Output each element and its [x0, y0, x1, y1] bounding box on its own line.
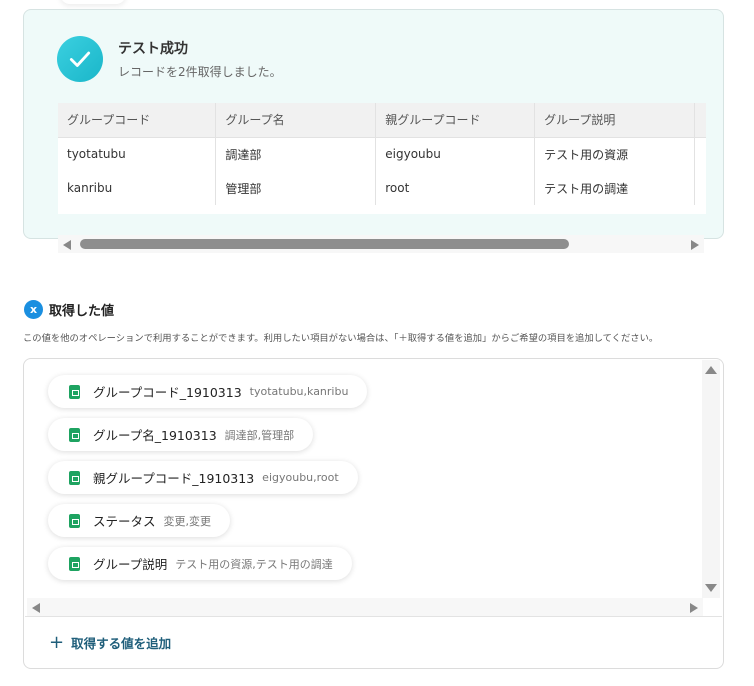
top-tab — [60, 0, 126, 4]
table-cell: kanribu — [58, 171, 217, 205]
table-cell: テスト用の調達 — [534, 171, 696, 205]
value-chip-value: 変更,変更 — [163, 514, 212, 528]
add-value-button[interactable]: + 取得する値を追加 — [49, 633, 171, 652]
values-section-description: この値を他のオペレーションで利用することができます。利用したい項目がない場合は、… — [23, 333, 659, 344]
table-cell: tyotatubu — [58, 137, 217, 171]
table-cell: eigyoubu — [375, 137, 536, 171]
table-row: kanribu 管理部 root テスト用の調達 — [58, 171, 706, 205]
table-row: tyotatubu 調達部 eigyoubu テスト用の資源 — [58, 137, 706, 171]
value-chip-value: eigyoubu,root — [262, 471, 339, 484]
spreadsheet-icon — [69, 556, 80, 571]
scroll-right-arrow-icon[interactable] — [690, 603, 698, 613]
scroll-down-arrow-icon[interactable] — [705, 584, 717, 592]
page: テスト成功 レコードを2件取得しました。 グループコード グループ名 親グループ… — [0, 0, 754, 686]
result-table: グループコード グループ名 親グループコード グループ説明 tyotatubu … — [58, 103, 706, 214]
values-horizontal-scrollbar[interactable] — [27, 598, 703, 616]
scroll-up-arrow-icon[interactable] — [705, 366, 717, 374]
table-header-row: グループコード グループ名 親グループコード グループ説明 — [58, 103, 706, 138]
success-subtitle: レコードを2件取得しました。 — [118, 65, 282, 79]
value-chip-value: テスト用の資源,テスト用の調達 — [175, 557, 333, 571]
value-chip[interactable]: グループ説明 テスト用の資源,テスト用の調達 — [48, 547, 352, 580]
spreadsheet-icon — [69, 427, 80, 442]
table-cell: 調達部 — [215, 137, 377, 171]
scroll-left-arrow-icon[interactable] — [32, 603, 40, 613]
column-header: 親グループコード — [375, 103, 536, 138]
value-chip-name: ステータス — [93, 514, 156, 529]
scroll-right-arrow-icon[interactable] — [691, 240, 699, 250]
value-chip-value: 調達部,管理部 — [224, 428, 295, 442]
table-cell: テスト用の資源 — [534, 137, 696, 171]
values-card: グループコード_1910313 tyotatubu,kanribu グループ名_… — [23, 358, 724, 669]
values-section-title: 取得した値 — [49, 304, 115, 319]
values-section-header: x 取得した値 — [24, 300, 114, 319]
column-header: グループコード — [58, 103, 217, 138]
check-icon — [57, 36, 103, 82]
table-cell — [694, 171, 706, 205]
table-cell: root — [375, 171, 536, 205]
value-chip-name: グループ説明 — [93, 557, 168, 572]
divider — [25, 616, 722, 617]
column-header: グループ説明 — [534, 103, 696, 138]
success-card: テスト成功 レコードを2件取得しました。 グループコード グループ名 親グループ… — [23, 9, 724, 239]
value-chip[interactable]: 親グループコード_1910313 eigyoubu,root — [48, 461, 358, 494]
table-cell — [694, 137, 706, 171]
value-chip-name: グループコード_1910313 — [93, 385, 242, 400]
spreadsheet-icon — [69, 384, 80, 399]
x-badge-icon: x — [24, 300, 43, 319]
table-horizontal-scrollbar[interactable] — [58, 235, 704, 253]
spreadsheet-icon — [69, 470, 80, 485]
value-chip-name: 親グループコード_1910313 — [93, 471, 255, 486]
scrollbar-thumb[interactable] — [80, 239, 569, 249]
column-header: グループ名 — [215, 103, 377, 138]
value-chip[interactable]: グループ名_1910313 調達部,管理部 — [48, 418, 314, 451]
add-value-label: 取得する値を追加 — [71, 636, 172, 651]
value-chip[interactable]: ステータス 変更,変更 — [48, 504, 231, 537]
value-chip[interactable]: グループコード_1910313 tyotatubu,kanribu — [48, 375, 368, 408]
table-cell: 管理部 — [215, 171, 377, 205]
value-chip-name: グループ名_1910313 — [93, 428, 217, 443]
value-chip-value: tyotatubu,kanribu — [249, 385, 349, 398]
plus-icon: + — [49, 631, 65, 653]
spreadsheet-icon — [69, 513, 80, 528]
scroll-left-arrow-icon[interactable] — [63, 240, 71, 250]
column-header — [694, 103, 706, 138]
values-vertical-scrollbar[interactable] — [702, 360, 720, 598]
success-title: テスト成功 — [118, 41, 188, 57]
